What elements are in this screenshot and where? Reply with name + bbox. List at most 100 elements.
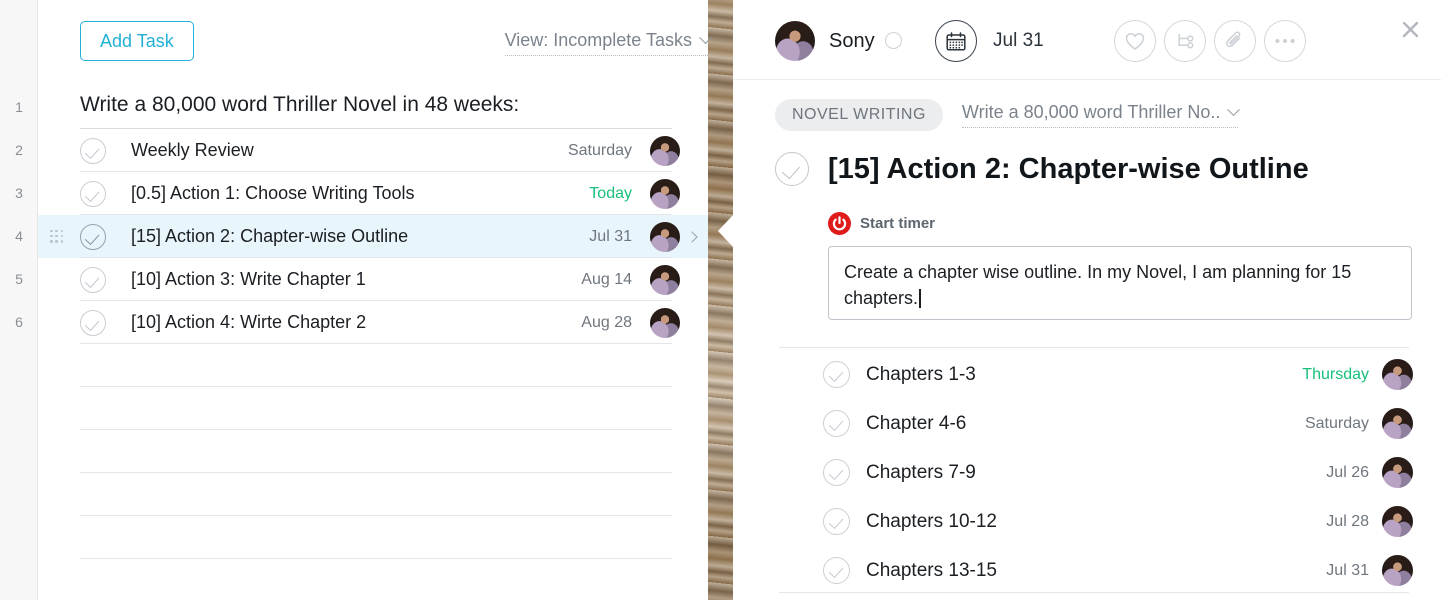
empty-task-row[interactable] — [38, 473, 708, 516]
heart-icon — [1125, 32, 1145, 50]
row-number: 3 — [15, 185, 23, 201]
subtask-checkbox[interactable] — [823, 557, 850, 584]
subtask-label: Chapters 7-9 — [866, 461, 976, 483]
subtask-assignee-avatar[interactable] — [1382, 359, 1413, 390]
task-row[interactable]: [10] Action 4: Wirte Chapter 2 Aug 28 — [38, 301, 708, 344]
subtask-list-divider — [779, 347, 1409, 348]
subtask-checkbox[interactable] — [823, 361, 850, 388]
task-label: [10] Action 4: Wirte Chapter 2 — [131, 312, 367, 332]
subtask-button[interactable] — [1164, 20, 1206, 62]
paperclip-icon — [1225, 30, 1241, 47]
subtask-due-date[interactable]: Jul 28 — [1326, 513, 1369, 531]
close-button[interactable] — [1395, 14, 1425, 44]
project-label: Write a 80,000 word Thriller No.. — [961, 102, 1221, 122]
due-date-button[interactable] — [935, 20, 977, 62]
subtask-due-date[interactable]: Jul 31 — [1326, 562, 1369, 580]
task-assignee-avatar[interactable] — [650, 135, 680, 166]
subtask-row[interactable]: Chapter 4-6 Saturday — [733, 399, 1441, 448]
task-label: [10] Action 3: Write Chapter 1 — [131, 269, 366, 289]
subtask-row[interactable]: Chapters 7-9 Jul 26 — [733, 448, 1441, 497]
task-checkbox[interactable] — [80, 266, 106, 293]
tag-badge[interactable]: NOVEL WRITING — [775, 99, 943, 131]
subtask-list-bottom-divider — [779, 592, 1409, 593]
text-caret — [919, 289, 921, 309]
task-due-date[interactable]: Saturday — [568, 142, 632, 160]
task-row[interactable]: [15] Action 2: Chapter-wise Outline Jul 3… — [38, 215, 708, 258]
more-options-button[interactable] — [1264, 20, 1306, 62]
subtask-due-date[interactable]: Saturday — [1305, 415, 1369, 433]
empty-task-row[interactable] — [38, 387, 708, 430]
attach-button[interactable] — [1214, 20, 1256, 62]
ellipsis-icon — [1275, 38, 1295, 44]
subtask-checkbox[interactable] — [823, 508, 850, 535]
start-timer-label: Start timer — [860, 215, 936, 232]
chevron-right-icon[interactable] — [686, 230, 698, 243]
task-row[interactable]: [10] Action 3: Write Chapter 1 Aug 14 — [38, 258, 708, 301]
task-checkbox[interactable] — [80, 180, 106, 207]
row-number: 2 — [15, 142, 23, 158]
subtask-assignee-avatar[interactable] — [1382, 408, 1413, 439]
task-assignee-avatar[interactable] — [650, 221, 680, 252]
chevron-down-icon — [699, 31, 712, 45]
calendar-icon — [946, 31, 966, 51]
task-notes-field[interactable]: Create a chapter wise outline. In my Nov… — [828, 246, 1412, 320]
subtask-row[interactable]: Chapters 13-15 Jul 31 — [733, 546, 1441, 595]
detail-task-header: [15] Action 2: Chapter-wise Outline — [775, 152, 1309, 186]
subtask-assignee-avatar[interactable] — [1382, 457, 1413, 488]
subtask-checkbox[interactable] — [823, 410, 850, 437]
empty-task-row[interactable] — [38, 344, 708, 387]
subtask-assignee-avatar[interactable] — [1382, 555, 1413, 586]
row-number: 5 — [15, 271, 23, 287]
row-number: 1 — [15, 99, 23, 115]
task-row[interactable]: Weekly Review Saturday — [38, 129, 708, 172]
task-complete-checkbox[interactable] — [775, 152, 809, 186]
task-assignee-avatar[interactable] — [650, 264, 680, 295]
subtask-checkbox[interactable] — [823, 459, 850, 486]
row-number: 6 — [15, 314, 23, 330]
task-list-panel: 1 2 3 4 5 6 Add Task View: Incomplete Tasks W… — [0, 0, 712, 600]
project-dropdown[interactable]: Write a 80,000 word Thriller No.. — [961, 102, 1241, 128]
add-task-button[interactable]: Add Task — [80, 21, 194, 61]
subtask-due-date[interactable]: Thursday — [1302, 366, 1369, 384]
subtask-label: Chapters 13-15 — [866, 559, 997, 581]
subtask-label: Chapters 1-3 — [866, 363, 976, 385]
subtask-row[interactable]: Chapters 1-3 Thursday — [733, 350, 1441, 399]
subtask-row[interactable]: Chapters 10-12 Jul 28 — [733, 497, 1441, 546]
task-assignee-avatar[interactable] — [650, 307, 680, 338]
task-label: Weekly Review — [131, 140, 254, 160]
task-title: [15] Action 2: Chapter-wise Outline — [828, 152, 1309, 185]
task-checkbox[interactable] — [80, 137, 106, 164]
subtask-due-date[interactable]: Jul 26 — [1326, 464, 1369, 482]
task-assignee-avatar[interactable] — [650, 178, 680, 209]
due-date-label: Jul 31 — [993, 30, 1044, 51]
breadcrumb: NOVEL WRITING Write a 80,000 word Thrill… — [775, 99, 1241, 131]
status-ring-icon[interactable] — [885, 32, 902, 49]
view-filter-label: View: Incomplete Tasks — [504, 30, 692, 50]
detail-panel-pointer — [718, 214, 734, 248]
task-row[interactable]: [0.5] Action 1: Choose Writing Tools Toda… — [38, 172, 708, 215]
task-due-date[interactable]: Aug 28 — [581, 314, 632, 332]
drag-handle[interactable] — [50, 229, 64, 244]
task-due-date[interactable]: Aug 14 — [581, 271, 632, 289]
task-checkbox[interactable] — [80, 309, 106, 336]
subtask-label: Chapters 10-12 — [866, 510, 997, 532]
empty-task-row[interactable] — [38, 516, 708, 559]
subtask-assignee-avatar[interactable] — [1382, 506, 1413, 537]
subtask-label: Chapter 4-6 — [866, 412, 967, 434]
chevron-down-icon — [1227, 103, 1241, 117]
task-checkbox[interactable] — [80, 223, 106, 250]
subtask-icon — [1177, 33, 1193, 49]
close-icon — [1402, 21, 1418, 37]
row-number: 4 — [15, 228, 23, 244]
empty-task-row[interactable] — [38, 430, 708, 473]
task-detail-panel: Sony Jul 31 NOVEL WRITING Write a 80,000… — [733, 0, 1441, 600]
view-filter-dropdown[interactable]: View: Incomplete Tasks — [504, 30, 712, 56]
assignee-avatar[interactable] — [775, 21, 815, 61]
favorite-button[interactable] — [1114, 20, 1156, 62]
power-icon — [828, 212, 851, 235]
task-due-date[interactable]: Today — [589, 185, 632, 203]
task-due-date[interactable]: Jul 31 — [589, 228, 632, 246]
task-list-content: Add Task View: Incomplete Tasks Write a … — [38, 0, 712, 600]
detail-header: Sony Jul 31 — [733, 0, 1441, 80]
start-timer-button[interactable]: Start timer — [828, 212, 935, 235]
